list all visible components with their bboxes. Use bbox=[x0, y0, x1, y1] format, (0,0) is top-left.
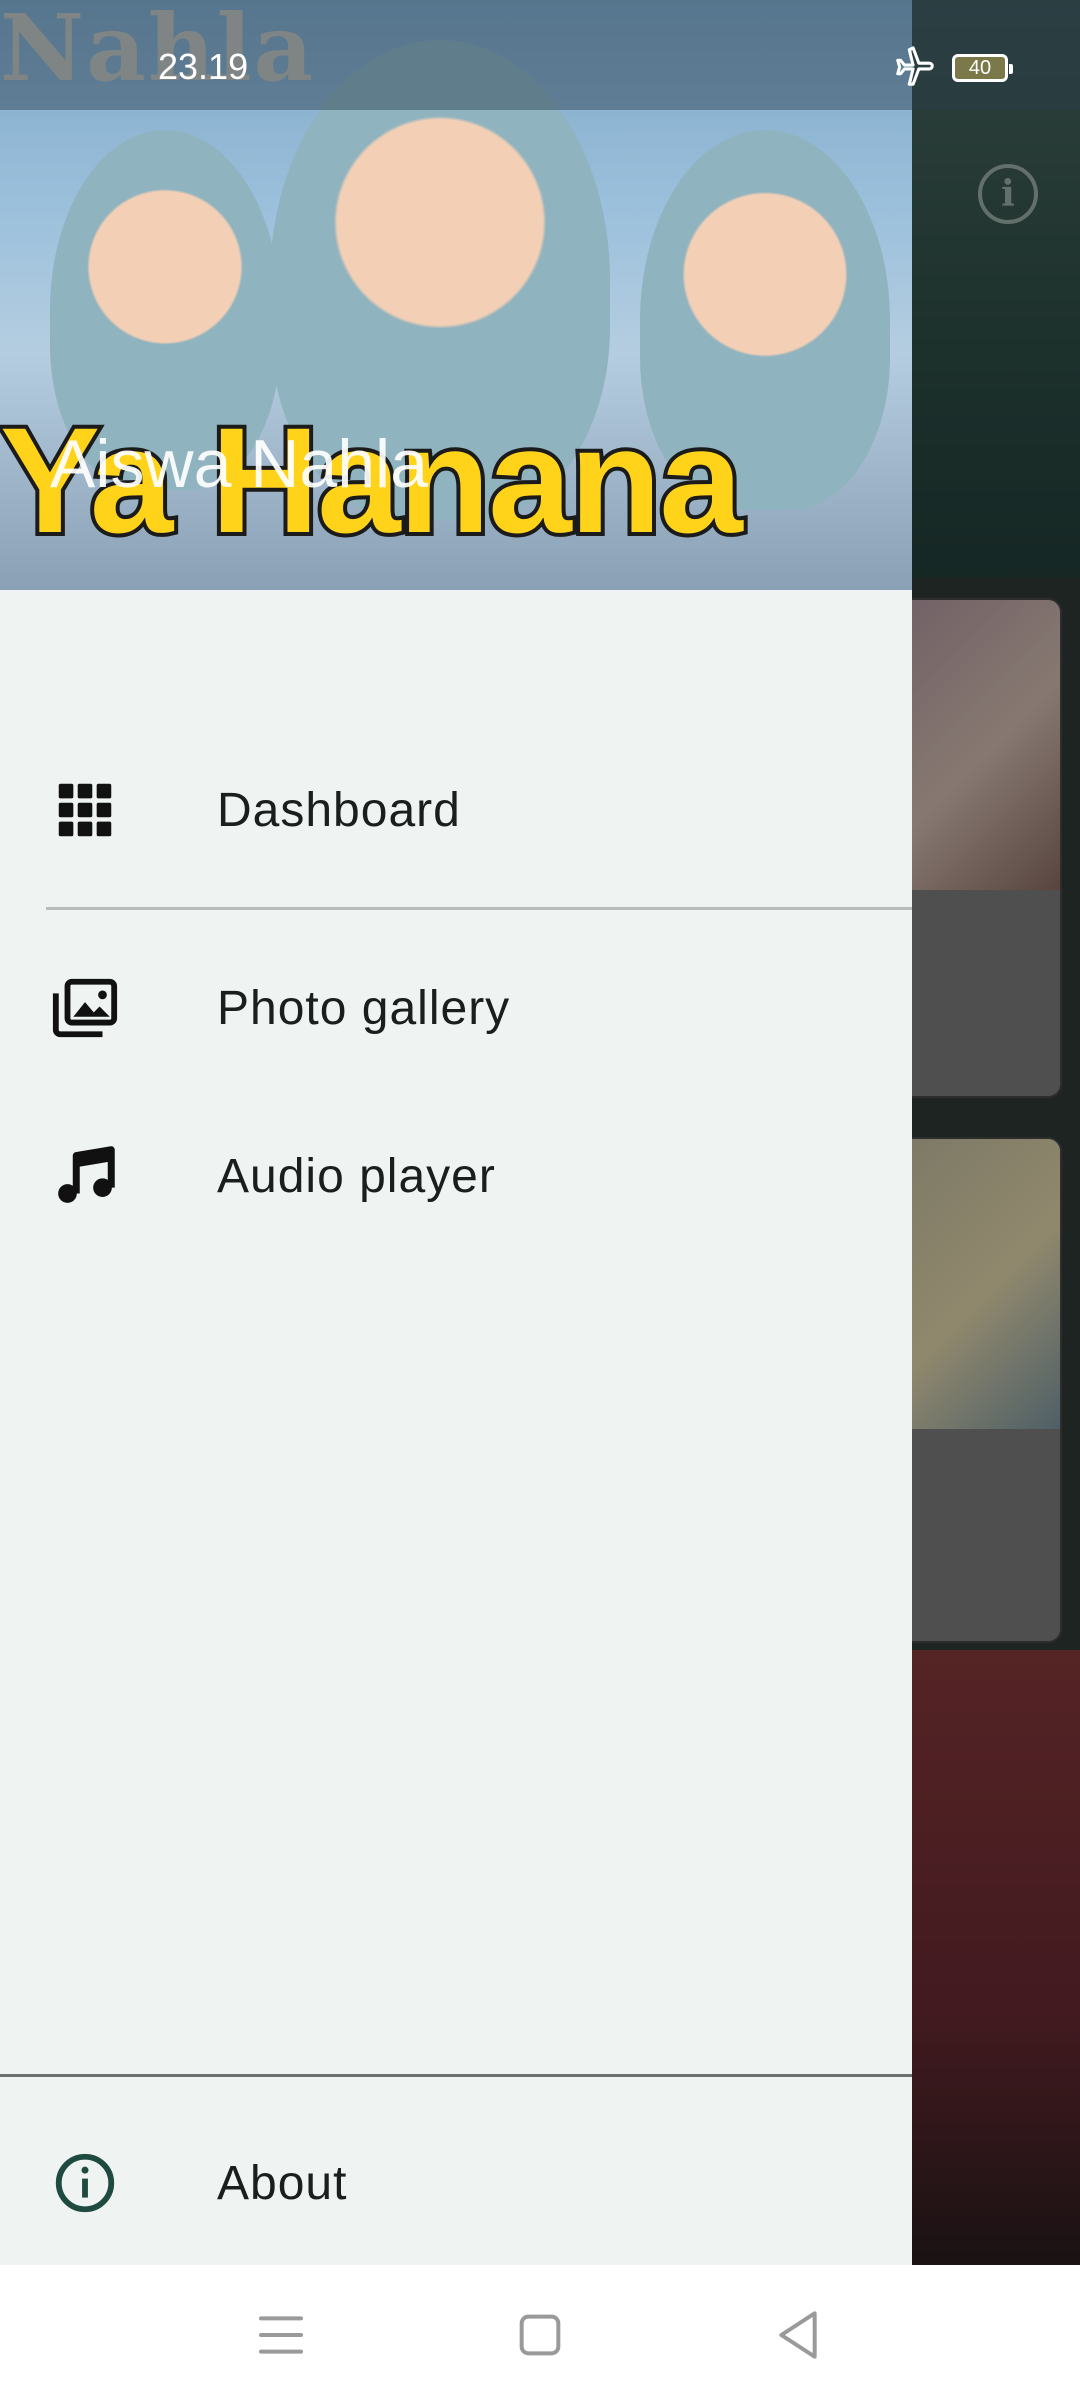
home-nav-icon[interactable] bbox=[500, 2295, 580, 2375]
drawer-item-label: Audio player bbox=[217, 1149, 496, 1203]
battery-level: 40 bbox=[968, 57, 992, 79]
back-nav-icon[interactable] bbox=[758, 2295, 838, 2375]
drawer-header-title: Aiswa Nahla bbox=[50, 426, 428, 502]
drawer-item-label: Photo gallery bbox=[217, 981, 511, 1035]
photo-library-icon bbox=[52, 978, 118, 1038]
status-bar: 23.19 40 bbox=[0, 0, 1080, 110]
info-icon bbox=[55, 2153, 115, 2213]
drawer-item-label: Dashboard bbox=[217, 783, 461, 837]
navigation-drawer: Nahla Ya Hanana Aiswa Nahla Dashboard Ph… bbox=[0, 0, 912, 2265]
airplane-mode-icon bbox=[896, 46, 934, 86]
menu-nav-icon[interactable] bbox=[241, 2295, 321, 2375]
drawer-item-audio-player[interactable]: Audio player bbox=[0, 1101, 912, 1251]
battery-icon: 40 bbox=[952, 54, 1013, 82]
menu-divider bbox=[46, 907, 912, 910]
grid-icon bbox=[58, 783, 112, 837]
music-note-icon bbox=[58, 1146, 115, 1203]
status-time: 23.19 bbox=[158, 46, 249, 87]
drawer-item-label: About bbox=[217, 2156, 348, 2210]
drawer-item-photo-gallery[interactable]: Photo gallery bbox=[0, 933, 912, 1083]
footer-divider bbox=[0, 2074, 912, 2077]
drawer-item-dashboard[interactable]: Dashboard bbox=[0, 735, 912, 885]
drawer-item-about[interactable]: About bbox=[0, 2108, 912, 2258]
system-navigation-bar bbox=[0, 2265, 1080, 2400]
